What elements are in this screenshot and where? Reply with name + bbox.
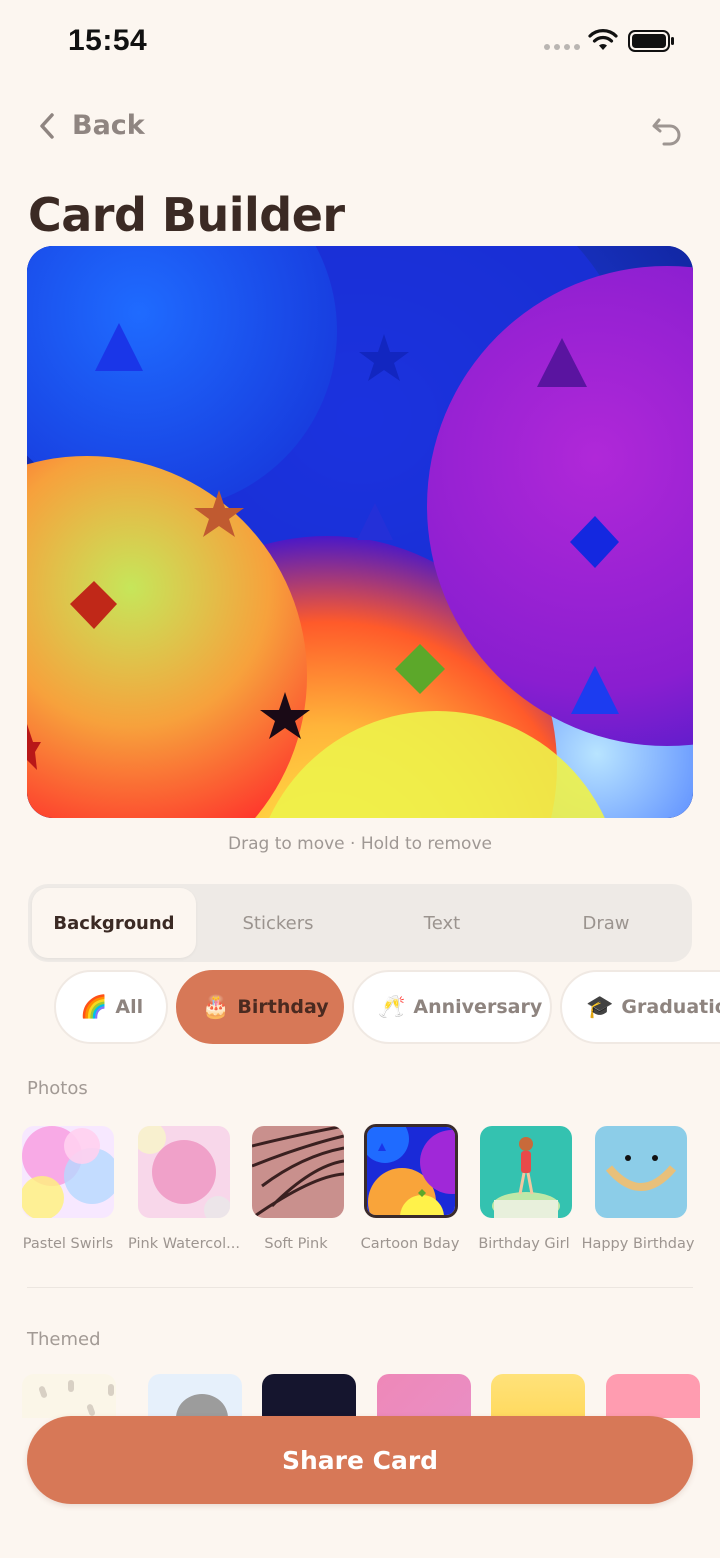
editor-tab-bar: Background Stickers Text Draw <box>28 884 692 962</box>
category-chip-all[interactable]: 🌈 All <box>54 970 168 1044</box>
category-chip-birthday[interactable]: 🎂 Birthday <box>176 970 344 1044</box>
chip-label: Graduation <box>621 996 720 1018</box>
chip-label: Anniversary <box>413 996 543 1018</box>
photo-label: Cartoon Bday <box>360 1236 460 1252</box>
chip-label: Birthday <box>237 996 329 1018</box>
themed-thumb-coral[interactable] <box>606 1374 700 1418</box>
chip-label: All <box>115 996 144 1018</box>
birthday-cake-icon: 🎂 <box>202 994 230 1020</box>
card-background-image <box>27 246 693 818</box>
canvas-hint: Drag to move · Hold to remove <box>228 834 492 854</box>
back-button[interactable]: Back <box>36 110 145 141</box>
photo-label: Birthday Girl <box>478 1236 570 1252</box>
share-card-button[interactable]: Share Card <box>27 1416 693 1504</box>
themed-thumb-yellow-gradient[interactable] <box>491 1374 585 1418</box>
section-divider <box>27 1287 693 1288</box>
photo-label: Happy Birthday <box>581 1236 695 1252</box>
category-chip-graduation[interactable]: 🎓 Graduation <box>560 970 720 1044</box>
themed-thumb-confetti[interactable] <box>22 1374 116 1418</box>
status-time: 15:54 <box>68 24 148 57</box>
themed-heading: Themed <box>27 1329 101 1350</box>
photo-thumb-happy-birthday[interactable] <box>595 1126 687 1218</box>
photo-thumb-pastel-swirls[interactable] <box>22 1126 114 1218</box>
tab-draw[interactable]: Draw <box>524 888 688 958</box>
photo-thumb-birthday-girl[interactable] <box>480 1126 572 1218</box>
undo-icon <box>652 118 681 146</box>
back-label: Back <box>72 110 145 141</box>
photo-thumb-cartoon-bday[interactable] <box>364 1124 458 1218</box>
photo-label: Pink Watercol... <box>128 1236 240 1252</box>
category-chip-anniversary[interactable]: 🥂 Anniversary <box>352 970 552 1044</box>
themed-thumb-balloon[interactable] <box>148 1374 242 1418</box>
photo-thumb-soft-pink[interactable] <box>252 1126 344 1218</box>
cellular-signal-icon <box>544 44 580 50</box>
photo-thumb-pink-watercolor[interactable] <box>138 1126 230 1218</box>
status-bar: 15:54 <box>0 0 720 84</box>
tab-background[interactable]: Background <box>32 888 196 958</box>
themed-thumbnail-row[interactable] <box>0 1374 720 1418</box>
themed-thumb-pink-gradient[interactable] <box>377 1374 471 1418</box>
battery-icon <box>628 30 674 52</box>
page-title: Card Builder <box>28 188 345 242</box>
chevron-left-icon <box>40 112 54 139</box>
category-chip-row[interactable]: 🌈 All 🎂 Birthday 🥂 Anniversary 🎓 Graduat… <box>0 968 720 1048</box>
photo-label: Pastel Swirls <box>22 1236 114 1252</box>
champagne-glasses-icon: 🥂 <box>378 994 406 1020</box>
undo-button[interactable] <box>650 114 684 152</box>
card-canvas[interactable] <box>27 246 693 818</box>
rainbow-icon: 🌈 <box>80 994 108 1020</box>
wifi-icon <box>588 29 618 50</box>
tab-stickers[interactable]: Stickers <box>196 888 360 958</box>
photos-thumbnail-row[interactable]: Pastel Swirls Pink Watercol... Soft Pink <box>0 1124 720 1264</box>
themed-thumb-night[interactable] <box>262 1374 356 1418</box>
photo-label: Soft Pink <box>264 1236 328 1252</box>
graduation-cap-icon: 🎓 <box>586 994 614 1020</box>
photos-heading: Photos <box>27 1078 88 1099</box>
tab-text[interactable]: Text <box>360 888 524 958</box>
card-builder-screen: 15:54 Back Card Builder Drag to move · H… <box>0 0 720 1558</box>
